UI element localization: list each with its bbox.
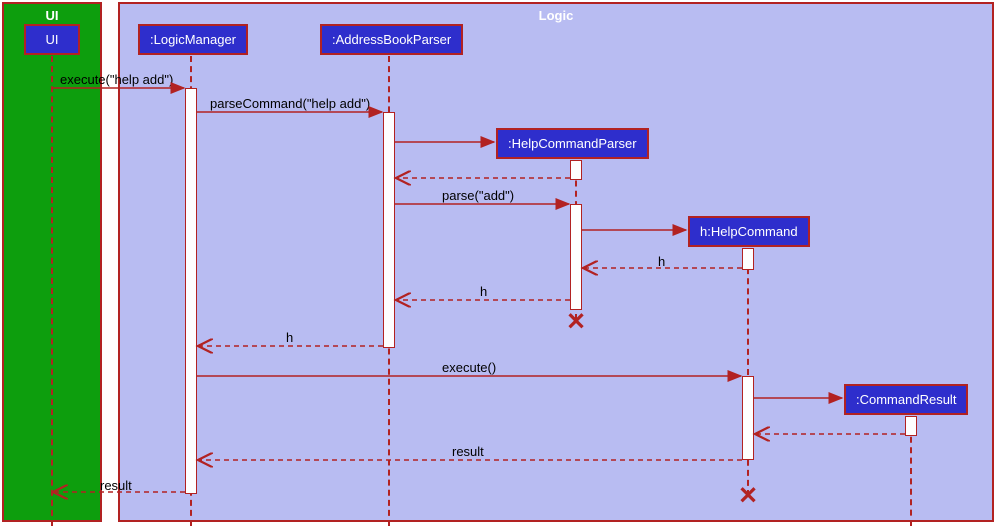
frame-ui-label: UI: [46, 8, 59, 23]
participant-logic-manager-label: :LogicManager: [150, 32, 236, 47]
destroy-help-command-parser-icon: ✕: [566, 308, 586, 337]
activation-help-command-parser-1: [570, 160, 582, 180]
activation-help-command-2: [742, 376, 754, 460]
msg-result1: result: [452, 444, 484, 459]
participant-address-book-parser-label: :AddressBookParser: [332, 32, 451, 47]
lifeline-ui: [51, 56, 53, 526]
participant-address-book-parser: :AddressBookParser: [320, 24, 463, 55]
destroy-help-command-icon: ✕: [738, 482, 758, 511]
participant-ui: UI: [24, 24, 80, 55]
participant-help-command-parser-label: :HelpCommandParser: [508, 136, 637, 151]
activation-logic-manager: [185, 88, 197, 494]
participant-command-result-label: :CommandResult: [856, 392, 956, 407]
msg-execute-help-add: execute("help add"): [60, 72, 173, 87]
frame-logic-label: Logic: [539, 8, 574, 23]
activation-help-command-1: [742, 248, 754, 270]
participant-help-command: h:HelpCommand: [688, 216, 810, 247]
msg-return-h3: h: [286, 330, 293, 345]
msg-return-h2: h: [480, 284, 487, 299]
msg-parse-add: parse("add"): [442, 188, 514, 203]
msg-parse-command: parseCommand("help add"): [210, 96, 370, 111]
activation-address-book-parser: [383, 112, 395, 348]
frame-logic: Logic: [118, 2, 994, 522]
activation-command-result: [905, 416, 917, 436]
participant-help-command-label: h:HelpCommand: [700, 224, 798, 239]
participant-command-result: :CommandResult: [844, 384, 968, 415]
activation-help-command-parser-2: [570, 204, 582, 310]
msg-return-h1: h: [658, 254, 665, 269]
msg-result2: result: [100, 478, 132, 493]
participant-ui-label: UI: [46, 32, 59, 47]
msg-execute: execute(): [442, 360, 496, 375]
participant-logic-manager: :LogicManager: [138, 24, 248, 55]
participant-help-command-parser: :HelpCommandParser: [496, 128, 649, 159]
